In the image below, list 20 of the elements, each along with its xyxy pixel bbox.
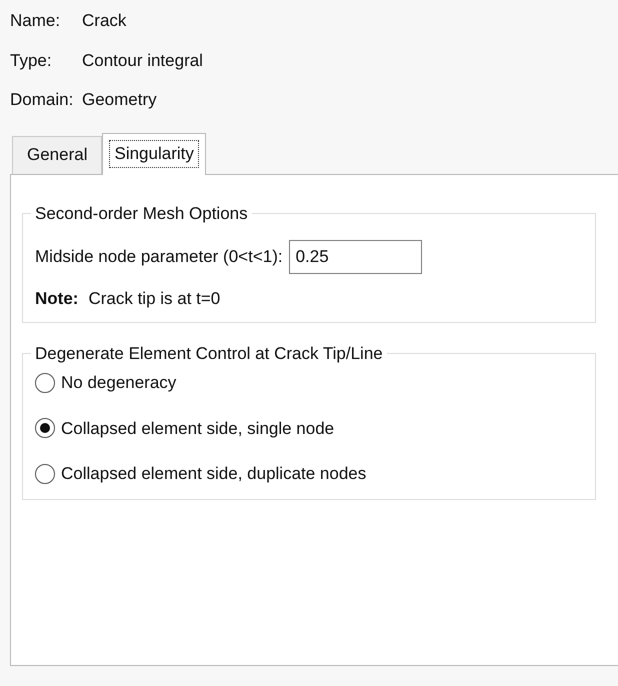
radio-button[interactable] [35,464,55,484]
field-value: Geometry [82,89,157,111]
radio-label[interactable]: Collapsed element side, duplicate nodes [61,461,366,486]
radio-label[interactable]: No degeneracy [61,370,176,396]
radio-button[interactable] [35,372,55,393]
field-label: Name: [10,10,62,32]
note-label: Note: [35,288,78,310]
field-label: Domain: [10,89,74,111]
group-title: Degenerate Element Control at Crack Tip/Line [34,342,384,364]
radio-button[interactable] [35,418,55,438]
tab[interactable]: Singularity [102,132,206,174]
tab[interactable]: General [12,136,102,174]
note-text: Crack tip is at t=0 [88,288,220,310]
field-value: Contour integral [82,50,203,72]
field-label: Type: [10,50,53,72]
radio-label[interactable]: Collapsed element side, single node [61,416,334,441]
field-value: Crack [82,10,126,32]
field-label: Midside node parameter (0<t<1): [35,246,283,268]
input-field[interactable]: 0.25 [288,240,422,274]
group-title: Second-order Mesh Options [34,202,249,224]
